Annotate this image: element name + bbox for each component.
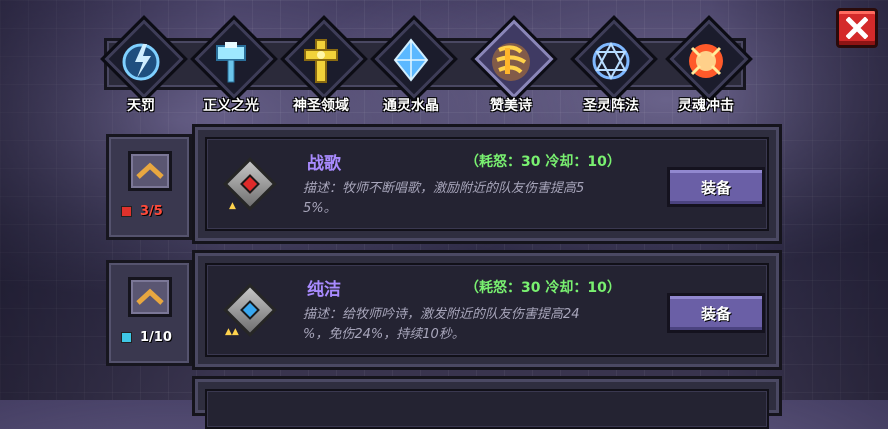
skill-card-inner: ▲▲ 纯洁 （耗怒：30 冷却：10） 描述：给牧师吟诗，激发附近的队友伤害提高… bbox=[205, 263, 769, 357]
rank-star-icon: ▲▲ bbox=[225, 327, 239, 337]
skill-card-inner: ▲ 战歌 （耗怒：30 冷却：10） 描述：牧师不断唱歌，激励附近的队友伤害提高… bbox=[205, 137, 769, 231]
tab-linghun[interactable]: 灵魂冲击 bbox=[660, 15, 753, 118]
tab-label: 天罚 bbox=[127, 98, 155, 114]
description-line: %，免伤24%，持续10秒。 bbox=[303, 327, 465, 342]
golden-cross-icon bbox=[304, 39, 338, 83]
equip-button[interactable]: 装备 bbox=[667, 167, 765, 207]
tab-tongling[interactable]: 通灵水晶 bbox=[365, 15, 458, 118]
tab-shensheng[interactable]: 神圣领域 bbox=[275, 15, 368, 118]
tab-zanmeishi[interactable]: 赞美诗 bbox=[465, 15, 558, 118]
tab-shengling[interactable]: 圣灵阵法 bbox=[565, 15, 658, 118]
holy-hammer-icon bbox=[216, 42, 246, 83]
level-text: 3/5 bbox=[140, 203, 163, 219]
skill-cost: （耗怒：30 冷却：10） bbox=[465, 154, 621, 170]
skill-level-panel: 3/5 bbox=[106, 134, 192, 240]
tab-label: 正义之光 bbox=[203, 98, 259, 114]
level-text: 1/10 bbox=[140, 329, 172, 345]
skill-cost: （耗怒：30 冷却：10） bbox=[465, 280, 621, 296]
skill-card-inner bbox=[205, 389, 769, 429]
skill-level: 1/10 bbox=[121, 328, 185, 346]
tab-zhengyi[interactable]: 正义之光 bbox=[185, 15, 278, 118]
chevron-up-icon bbox=[136, 288, 164, 305]
skill-card: ▲ 战歌 （耗怒：30 冷却：10） 描述：牧师不断唱歌，激励附近的队友伤害提高… bbox=[192, 124, 782, 244]
cyan-gem-icon bbox=[121, 331, 132, 343]
skill-name: 纯洁 bbox=[307, 280, 341, 300]
skill-level: 3/5 bbox=[121, 202, 185, 220]
skill-card: ▲▲ 纯洁 （耗怒：30 冷却：10） 描述：给牧师吟诗，激发附近的队友伤害提高… bbox=[192, 250, 782, 370]
description-line: 描述：给牧师吟诗，激发附近的队友伤害提高24 bbox=[303, 307, 580, 322]
equip-button[interactable]: 装备 bbox=[667, 293, 765, 333]
rank-star-icon: ▲ bbox=[229, 201, 236, 211]
skill-name: 战歌 bbox=[307, 154, 341, 174]
tab-label: 赞美诗 bbox=[490, 98, 532, 114]
close-button[interactable] bbox=[836, 8, 878, 48]
magic-circle-icon bbox=[592, 41, 630, 81]
lightning-orb-icon bbox=[122, 43, 160, 81]
red-gem-icon bbox=[121, 205, 132, 217]
skill-description: 描述：牧师不断唱歌，激励附近的队友伤害提高5 5%。 bbox=[303, 179, 663, 219]
tab-label: 通灵水晶 bbox=[383, 98, 439, 114]
upgrade-button[interactable] bbox=[128, 277, 172, 317]
tab-label: 灵魂冲击 bbox=[678, 98, 734, 114]
blue-crystal-icon bbox=[393, 38, 429, 82]
description-line: 描述：牧师不断唱歌，激励附近的队友伤害提高5 bbox=[303, 181, 585, 196]
soul-burst-icon bbox=[689, 44, 723, 78]
skill-level-panel: 1/10 bbox=[106, 260, 192, 366]
tab-tianfa[interactable]: 天罚 bbox=[95, 15, 188, 118]
tab-label: 圣灵阵法 bbox=[583, 98, 639, 114]
skill-card bbox=[192, 376, 782, 429]
tab-label: 神圣领域 bbox=[293, 98, 349, 114]
skill-description: 描述：给牧师吟诗，激发附近的队友伤害提高24 %，免伤24%，持续10秒。 bbox=[303, 305, 663, 345]
upgrade-button[interactable] bbox=[128, 151, 172, 191]
description-line: 5%。 bbox=[303, 201, 337, 216]
chevron-up-icon bbox=[136, 162, 164, 179]
close-x-icon bbox=[846, 17, 868, 39]
song-wave-icon bbox=[492, 43, 530, 81]
